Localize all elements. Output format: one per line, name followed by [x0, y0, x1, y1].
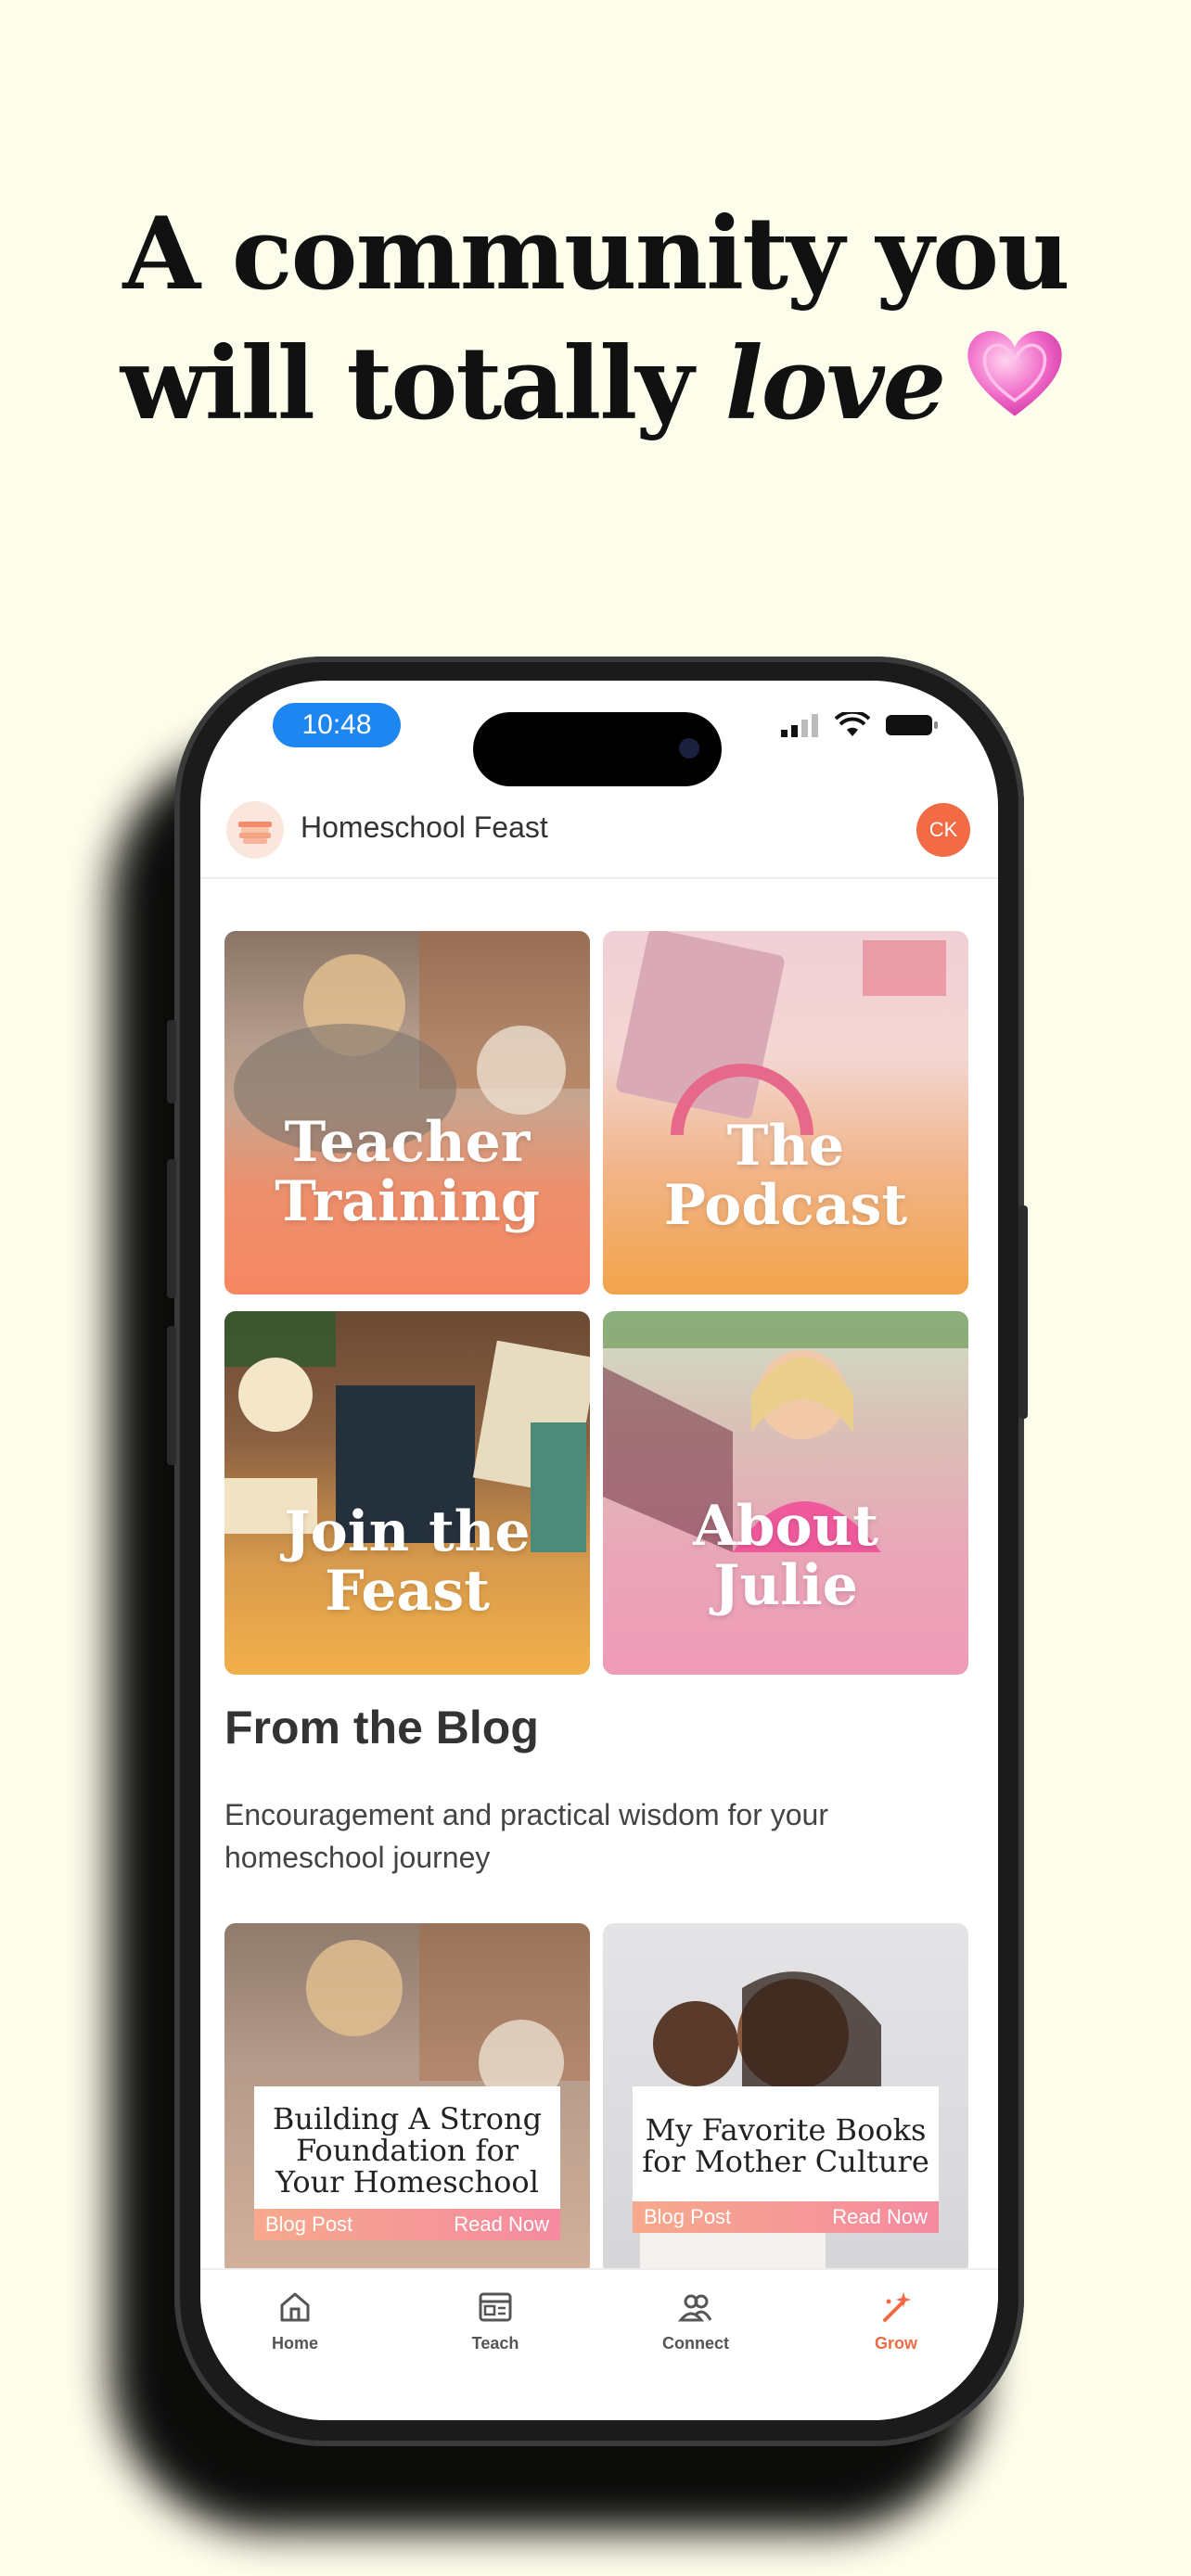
tab-label: Teach — [471, 2334, 519, 2353]
blog-post-tag: Blog Post — [644, 2205, 732, 2228]
tab-bar: Home Teach Connect Grow — [200, 2268, 998, 2420]
headline-line-2: will totally love — [0, 318, 1191, 448]
tile-about-julie[interactable]: About Julie — [603, 1311, 968, 1675]
blog-post-card[interactable]: My Favorite Books for Mother Culture Blo… — [603, 1923, 968, 2276]
app-logo — [226, 801, 284, 859]
tile-the-podcast[interactable]: The Podcast — [603, 931, 968, 1294]
blog-heading: From the Blog — [224, 1702, 539, 1753]
phone-screen: 10:48 Homeschool Feast CK Teacher Traini… — [200, 681, 998, 2420]
tile-label: Teacher Training — [224, 1113, 590, 1231]
tile-teacher-training[interactable]: Teacher Training — [224, 931, 590, 1294]
blog-post-tag: Blog Post — [265, 2213, 353, 2236]
tile-label-line: Training — [275, 1169, 540, 1234]
blog-post-card[interactable]: Building A Strong Foundation for Your Ho… — [224, 1923, 590, 2276]
tile-label-line: Podcast — [663, 1173, 908, 1238]
tab-connect[interactable]: Connect — [640, 2289, 751, 2353]
tile-photo — [616, 931, 946, 1136]
home-icon — [280, 2292, 310, 2322]
teach-icon — [479, 2292, 512, 2322]
tile-label-line: Feast — [325, 1559, 490, 1624]
blog-post-title: My Favorite Books for Mother Culture — [642, 2112, 929, 2179]
blog-post-caption: Building A Strong Foundation for Your Ho… — [254, 2086, 560, 2240]
side-button — [1018, 1205, 1028, 1419]
tile-photo — [603, 1311, 968, 1552]
read-now-link[interactable]: Read Now — [454, 2213, 549, 2237]
tile-label-line: Join the — [284, 1499, 531, 1564]
avatar[interactable]: CK — [916, 803, 970, 857]
headline-line-2-prefix: will totally — [120, 325, 725, 442]
signal-icon — [781, 714, 818, 737]
read-now-link[interactable]: Read Now — [832, 2205, 928, 2229]
battery-icon — [886, 715, 938, 735]
connect-icon — [677, 2294, 712, 2322]
tab-home[interactable]: Home — [239, 2289, 351, 2353]
heart-icon — [959, 318, 1070, 429]
tile-label: About Julie — [603, 1497, 968, 1615]
blog-post-bar: Blog Post Read Now — [254, 2209, 560, 2240]
side-button — [167, 1159, 176, 1298]
tab-label: Connect — [662, 2334, 729, 2353]
tab-teach[interactable]: Teach — [440, 2289, 551, 2353]
tile-join-the-feast[interactable]: Join the Feast — [224, 1311, 590, 1675]
status-time: 10:48 — [273, 703, 401, 747]
app-title: Homeschool Feast — [301, 810, 548, 844]
dynamic-island — [473, 712, 722, 786]
blog-subtitle: Encouragement and practical wisdom for y… — [224, 1798, 828, 1874]
tile-label: The Podcast — [603, 1116, 968, 1235]
headline-line-1: A community you — [122, 196, 1069, 312]
side-button — [167, 1020, 176, 1103]
tab-label: Grow — [874, 2334, 917, 2353]
blog-post-bar: Blog Post Read Now — [633, 2201, 939, 2233]
tile-label: Join the Feast — [224, 1502, 590, 1621]
side-button — [167, 1326, 176, 1465]
blog-post-title: Building A Strong Foundation for Your Ho… — [272, 2101, 543, 2200]
blog-post-caption: My Favorite Books for Mother Culture Blo… — [633, 2086, 939, 2233]
tile-label-line: Teacher — [284, 1110, 531, 1175]
headline-emphasis: love — [724, 325, 947, 442]
app-header: Homeschool Feast CK — [200, 783, 998, 879]
status-icons — [781, 712, 939, 738]
tab-label: Home — [271, 2334, 318, 2353]
camera-icon — [679, 738, 699, 759]
headline: A community you will totally love — [0, 190, 1191, 448]
tile-label-line: The — [726, 1114, 845, 1179]
tile-label-line: Julie — [713, 1553, 858, 1618]
tab-grow[interactable]: Grow — [840, 2289, 952, 2353]
tile-label-line: About — [693, 1494, 878, 1559]
wifi-icon — [835, 712, 870, 736]
grow-icon — [883, 2292, 911, 2322]
